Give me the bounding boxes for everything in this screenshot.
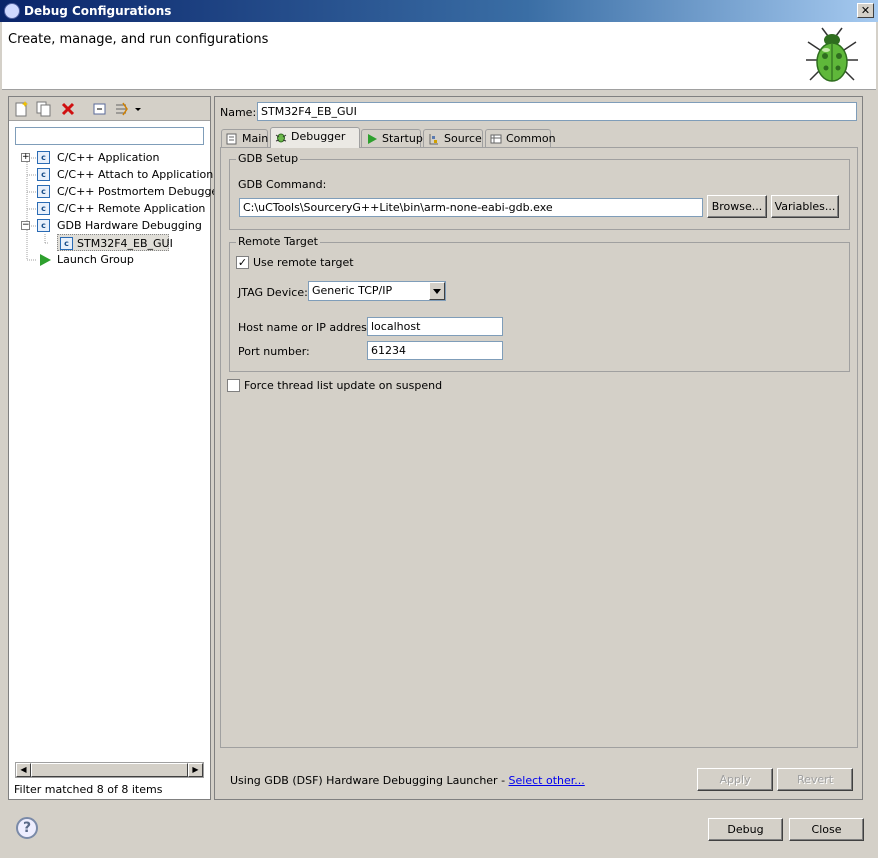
apply-button[interactable]: Apply	[697, 768, 773, 791]
host-input[interactable]: localhost	[367, 317, 503, 336]
tree-item-label: C/C++ Remote Application	[57, 202, 206, 215]
tree-item-label: C/C++ Application	[57, 151, 160, 164]
c-config-icon: c	[37, 168, 50, 181]
scroll-left-icon[interactable]: ◀	[16, 763, 31, 777]
port-input[interactable]: 61234	[367, 341, 503, 360]
startup-tab-icon	[368, 134, 377, 144]
filter-icon[interactable]	[113, 100, 131, 118]
scroll-right-icon[interactable]: ▶	[188, 763, 203, 777]
tab-startup[interactable]: Startup	[361, 129, 423, 148]
use-remote-target-checkbox[interactable]: ✓	[236, 256, 249, 269]
title-bar: Debug Configurations ✕	[0, 0, 878, 22]
delete-icon[interactable]	[59, 100, 77, 118]
chevron-down-icon[interactable]	[133, 100, 143, 118]
tab-label: Common	[506, 132, 556, 145]
use-remote-target-label: Use remote target	[253, 256, 354, 269]
c-config-icon: c	[37, 202, 50, 215]
c-config-icon: c	[37, 219, 50, 232]
tree-item-label: GDB Hardware Debugging	[57, 219, 202, 232]
c-config-icon: c	[37, 151, 50, 164]
window-title: Debug Configurations	[24, 4, 172, 18]
tab-label: Source	[444, 132, 482, 145]
host-label: Host name or IP address:	[238, 321, 377, 334]
tree-item-label: Launch Group	[57, 253, 134, 266]
debugger-tab-content: GDB Setup GDB Command: C:\uCTools\Source…	[220, 147, 858, 748]
dialog-header: Create, manage, and run configurations	[2, 22, 876, 90]
force-thread-update-checkbox[interactable]	[227, 379, 240, 392]
debug-button[interactable]: Debug	[708, 818, 783, 841]
filter-status: Filter matched 8 of 8 items	[14, 783, 163, 796]
select-other-link[interactable]: Select other...	[509, 774, 585, 787]
tab-source[interactable]: Source	[423, 129, 483, 148]
browse-button[interactable]: Browse...	[707, 195, 767, 218]
jtag-device-select[interactable]: Generic TCP/IP	[308, 281, 446, 301]
gdb-setup-group: GDB Setup GDB Command: C:\uCTools\Source…	[229, 152, 850, 230]
debugger-tab-icon	[275, 133, 287, 143]
tree-item-label: C/C++ Attach to Application	[57, 168, 214, 181]
expand-icon[interactable]: +	[21, 153, 30, 162]
debug-bug-icon	[806, 27, 858, 82]
name-input[interactable]: STM32F4_EB_GUI	[257, 102, 857, 121]
revert-button[interactable]: Revert	[777, 768, 853, 791]
source-tab-icon	[429, 134, 438, 145]
chevron-down-icon[interactable]	[429, 282, 445, 300]
jtag-device-label: JTAG Device:	[238, 286, 308, 299]
configuration-editor: Name: STM32F4_EB_GUI Main Debugger Start…	[214, 96, 863, 800]
tab-debugger[interactable]: Debugger	[270, 127, 360, 148]
horizontal-scrollbar[interactable]: ◀ ▶	[15, 762, 204, 778]
name-label: Name:	[220, 106, 257, 119]
force-thread-update-label: Force thread list update on suspend	[244, 379, 443, 392]
tab-label: Main	[242, 132, 269, 145]
main-tab-icon	[226, 133, 237, 145]
remote-target-group: Remote Target ✓ Use remote target JTAG D…	[229, 235, 850, 372]
port-label: Port number:	[238, 345, 310, 358]
close-button[interactable]: Close	[789, 818, 864, 841]
configuration-list-panel: + c C/C++ Application c C/C++ Attach to …	[8, 96, 223, 800]
duplicate-icon[interactable]	[35, 100, 53, 118]
c-config-icon: c	[60, 237, 73, 250]
gdb-command-input[interactable]: C:\uCTools\SourceryG++Lite\bin\arm-none-…	[239, 198, 703, 217]
tab-label: Startup	[382, 132, 423, 145]
help-icon[interactable]: ?	[16, 817, 38, 839]
tab-label: Debugger	[291, 130, 346, 143]
gdb-command-label: GDB Command:	[238, 178, 327, 191]
remote-target-label: Remote Target	[236, 235, 320, 248]
tree-item-stm32f4-eb-gui[interactable]: c STM32F4_EB_GUI	[57, 234, 173, 251]
common-tab-icon	[490, 134, 502, 144]
launcher-text: Using GDB (DSF) Hardware Debugging Launc…	[230, 774, 585, 787]
tree-item-label: STM32F4_EB_GUI	[77, 237, 173, 250]
collapse-all-icon[interactable]	[91, 100, 109, 118]
left-toolbar	[9, 97, 210, 121]
eclipse-icon	[4, 3, 20, 19]
gdb-setup-label: GDB Setup	[236, 152, 301, 165]
launch-group-icon	[40, 254, 51, 266]
filter-input[interactable]	[15, 127, 204, 145]
scroll-thumb[interactable]	[31, 763, 188, 777]
c-config-icon: c	[37, 185, 50, 198]
header-title: Create, manage, and run configurations	[8, 32, 269, 47]
window-close-button[interactable]: ✕	[857, 3, 874, 18]
launcher-description: Using GDB (DSF) Hardware Debugging Launc…	[230, 774, 509, 787]
tree-item-label: C/C++ Postmortem Debugger	[57, 185, 223, 198]
tab-common[interactable]: Common	[485, 129, 556, 148]
new-configuration-icon[interactable]	[13, 100, 31, 118]
tab-main[interactable]: Main	[221, 129, 268, 148]
variables-button[interactable]: Variables...	[771, 195, 839, 218]
collapse-icon[interactable]: −	[21, 221, 30, 230]
jtag-device-value: Generic TCP/IP	[312, 284, 393, 297]
